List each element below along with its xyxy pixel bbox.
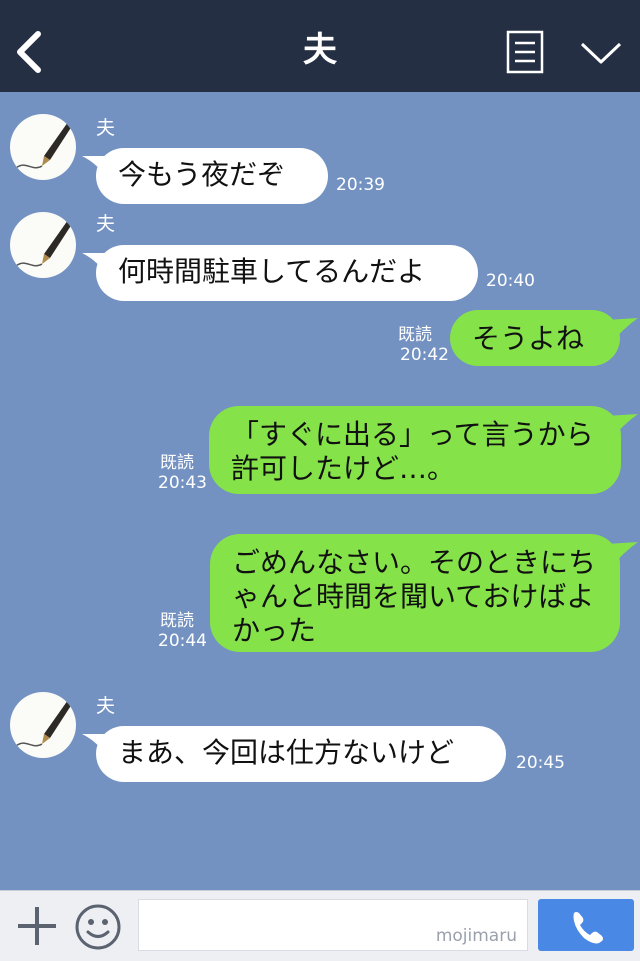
bubble-tail: [606, 414, 638, 436]
plus-icon: [18, 907, 56, 945]
message-bubble[interactable]: そうよね: [450, 310, 620, 366]
message-bubble[interactable]: 今もう夜だぞ: [96, 148, 328, 204]
message-input[interactable]: mojimaru: [138, 899, 528, 951]
back-chevron-icon: [17, 31, 41, 73]
sender-name: 夫: [96, 695, 116, 717]
bubble-tail: [606, 542, 638, 564]
pen-avatar-icon: [15, 122, 72, 169]
chat-title: 夫: [303, 30, 337, 70]
pen-avatar-icon: [15, 700, 72, 747]
message-bubble[interactable]: まあ、今回は仕方ないけど: [96, 726, 506, 782]
read-receipt: 既読: [398, 325, 432, 345]
sender-name: 夫: [96, 213, 116, 235]
avatar[interactable]: [10, 114, 76, 180]
chat-area[interactable]: 夫 今もう夜だぞ 20:39 夫 何時間駐車してるんだよ 20:40 既読 20…: [0, 92, 640, 890]
menu-button[interactable]: [506, 30, 544, 74]
read-receipt: 既読: [160, 453, 194, 473]
sender-name: 夫: [96, 117, 116, 139]
message-time: 20:44: [158, 631, 207, 651]
phone-icon: [573, 912, 603, 944]
read-receipt: 既読: [160, 611, 194, 631]
message-bubble[interactable]: 「すぐに出る」って言うから許可したけど…。: [209, 406, 621, 494]
message-bubble[interactable]: ごめんなさい。そのときにちゃんと時間を聞いておけばよかった: [210, 534, 620, 652]
menu-icon: [506, 30, 544, 74]
emoji-icon: [75, 904, 121, 950]
emoji-button[interactable]: [74, 903, 122, 951]
bubble-tail: [606, 318, 638, 340]
message-time: 20:43: [158, 473, 207, 493]
add-button[interactable]: [16, 905, 58, 947]
back-button[interactable]: [10, 24, 50, 80]
input-bar: mojimaru: [0, 890, 640, 961]
message-time: 20:45: [516, 753, 565, 773]
message-bubble[interactable]: 何時間駐車してるんだよ: [96, 245, 478, 301]
message-time: 20:39: [336, 175, 385, 195]
message-time: 20:42: [400, 345, 449, 365]
watermark: mojimaru: [435, 926, 517, 946]
collapse-button[interactable]: [578, 36, 624, 70]
pen-avatar-icon: [15, 220, 72, 267]
chat-header: 夫: [0, 0, 640, 92]
call-button[interactable]: [538, 899, 634, 951]
chevron-down-icon: [580, 42, 622, 64]
message-time: 20:40: [486, 271, 535, 291]
avatar[interactable]: [10, 212, 76, 278]
avatar[interactable]: [10, 692, 76, 758]
